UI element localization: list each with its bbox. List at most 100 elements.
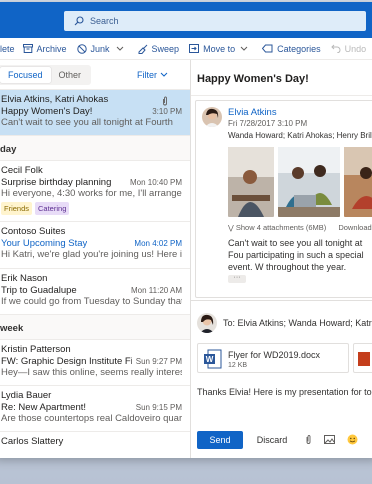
attached-file[interactable]: W Flyer for WD2019.docx 12 KB — [197, 343, 349, 373]
message-from: Contoso Suites — [1, 226, 66, 237]
pivot-group: Focused Other — [0, 64, 92, 85]
message-preview: Hey—I saw this online, seems really inte… — [1, 367, 182, 378]
list-item[interactable]: Erik Nason Trip to Guadalupe Mon 11:20 A… — [0, 269, 190, 315]
category-tags: Friends Catering — [1, 201, 182, 215]
list-item[interactable]: Lydia Bauer Re: New Apartment! Sun 9:15 … — [0, 386, 190, 432]
sender-name[interactable]: Elvia Atkins — [228, 107, 277, 118]
undo-button[interactable]: Undo — [330, 43, 367, 54]
file-size: 12 KB — [228, 362, 248, 369]
mail-window: Search lete Archive Junk Sweep Move to C… — [0, 2, 372, 458]
list-item[interactable]: Cecil Folk Surprise birthday planning Mo… — [0, 161, 190, 222]
message-time: Sun 9:15 PM — [135, 402, 182, 412]
message-subject: Surprise birthday planning — [1, 176, 112, 188]
word-doc-icon: W — [204, 349, 222, 369]
message-time: Mon 4:02 PM — [134, 238, 182, 248]
archive-icon — [22, 44, 33, 53]
reply-recipients[interactable]: To: Elvia Atkins; Wanda Howard; Katri A — [223, 318, 372, 328]
message-subject: Trip to Guadalupe — [1, 284, 77, 296]
undo-label: Undo — [344, 43, 367, 54]
show-attachments-link[interactable]: ⋁ Show 4 attachments (6MB) — [228, 223, 326, 232]
message-subject: Your Upcoming Stay — [1, 237, 88, 249]
message-preview: Hi Katri, we're glad you're joining us! … — [1, 249, 182, 260]
conversation-subject: Happy Women's Day! — [191, 60, 372, 96]
tab-focused[interactable]: Focused — [0, 66, 51, 83]
message-body: Can't wait to see you all tonight at Fou… — [228, 238, 364, 272]
delete-button[interactable]: lete — [0, 44, 15, 54]
filter-label: Filter — [137, 69, 157, 80]
search-icon — [74, 16, 84, 26]
powerpoint-icon — [358, 352, 370, 366]
emoji-icon[interactable] — [347, 434, 358, 445]
broom-icon — [138, 44, 147, 54]
filter-button[interactable]: Filter — [137, 70, 168, 80]
message-from: Cecil Folk — [1, 165, 43, 176]
list-item[interactable]: Kristin Patterson FW: Graphic Design Ins… — [0, 340, 190, 386]
reading-pane: Happy Women's Day! Elvia Atkins Fri 7/28… — [191, 60, 372, 458]
list-item[interactable]: Carlos Slattery — [0, 432, 190, 452]
group-header-week: week — [0, 315, 190, 340]
search-input[interactable]: Search — [90, 16, 119, 26]
chevron-down-icon — [160, 72, 168, 77]
tab-other[interactable]: Other — [51, 67, 90, 83]
attachment-previews — [228, 147, 372, 217]
download-link[interactable]: Download a — [338, 223, 372, 232]
show-more-button[interactable]: ··· — [228, 274, 246, 283]
message-card: Elvia Atkins Fri 7/28/2017 3:10 PM Wanda… — [195, 100, 372, 298]
subject-row: Re: New Apartment! Sun 9:15 PM — [1, 402, 182, 414]
attachment-photo[interactable] — [278, 147, 340, 217]
command-bar: lete Archive Junk Sweep Move to Categori… — [0, 38, 372, 60]
junk-button[interactable]: Junk — [76, 43, 128, 54]
avatar — [202, 107, 222, 127]
attach-icon[interactable] — [305, 434, 312, 445]
list-item[interactable]: Contoso Suites Your Upcoming Stay Mon 4:… — [0, 222, 190, 269]
top-bar: Search — [0, 2, 372, 38]
message-preview: Can't wait to see you all tonight at Fou… — [1, 117, 173, 128]
message-list: Focused Other Filter Elvia Atkins, Katri… — [0, 60, 191, 458]
archive-button[interactable]: Archive — [22, 44, 67, 54]
message-from: Erik Nason — [1, 273, 48, 284]
send-button[interactable]: Send — [197, 431, 243, 449]
message-preview: If we could go from Tuesday to Sunday th… — [1, 296, 182, 307]
message-preview: Hi everyone, 4:30 works for me, I'll arr… — [1, 188, 182, 199]
sent-date: Fri 7/28/2017 3:10 PM — [228, 119, 308, 128]
sweep-button[interactable]: Sweep — [138, 43, 180, 54]
junk-label: Junk — [90, 43, 110, 54]
sweep-label: Sweep — [151, 43, 180, 54]
svg-text:W: W — [206, 355, 214, 364]
categories-label: Categories — [277, 43, 321, 54]
attachment-photo[interactable] — [344, 147, 372, 217]
file-name: Flyer for WD2019.docx — [228, 350, 321, 360]
discard-button[interactable]: Discard — [249, 431, 295, 449]
moveto-label: Move to — [203, 43, 236, 54]
categories-button[interactable]: Categories — [262, 44, 321, 54]
junk-icon — [76, 43, 87, 54]
undo-icon — [330, 44, 341, 53]
tag-icon — [262, 44, 273, 53]
chevron-down-icon — [116, 46, 123, 51]
message-time: Sun 9:27 PM — [135, 356, 182, 366]
compose-actions — [305, 434, 358, 445]
message-subject: Re: New Apartment! — [1, 401, 87, 413]
search-box[interactable]: Search — [64, 11, 366, 31]
message-from: Carlos Slattery — [1, 436, 64, 447]
subject-row: Happy Women's Day! 3:10 PM — [1, 106, 182, 118]
category-tag-friends: Friends — [1, 201, 33, 215]
message-time: 3:10 PM — [152, 106, 182, 116]
attachment-photo[interactable] — [228, 147, 274, 217]
delete-label: lete — [0, 43, 15, 54]
subject-row: Your Upcoming Stay Mon 4:02 PM — [1, 238, 182, 250]
image-icon[interactable] — [324, 435, 335, 444]
group-header-today: day — [0, 136, 190, 161]
avatar — [197, 313, 217, 333]
attached-file[interactable] — [353, 343, 372, 373]
subject-row: Surprise birthday planning Mon 10:40 PM — [1, 177, 182, 189]
reply-compose: To: Elvia Atkins; Wanda Howard; Katri A … — [191, 300, 372, 458]
moveto-button[interactable]: Move to — [189, 44, 252, 54]
subject-row: FW: Graphic Design Institute Fi... Sun 9… — [1, 356, 182, 368]
message-subject: Happy Women's Day! — [1, 105, 93, 117]
reply-body[interactable]: Thanks Elvia! Here is my presentation fo… — [197, 387, 372, 397]
list-item[interactable]: Elvia Atkins, Katri Ahokas Happy Women's… — [0, 90, 190, 136]
message-from: Lydia Bauer — [1, 390, 52, 401]
attachment-icon — [163, 96, 167, 106]
category-tag-catering: Catering — [35, 201, 70, 215]
